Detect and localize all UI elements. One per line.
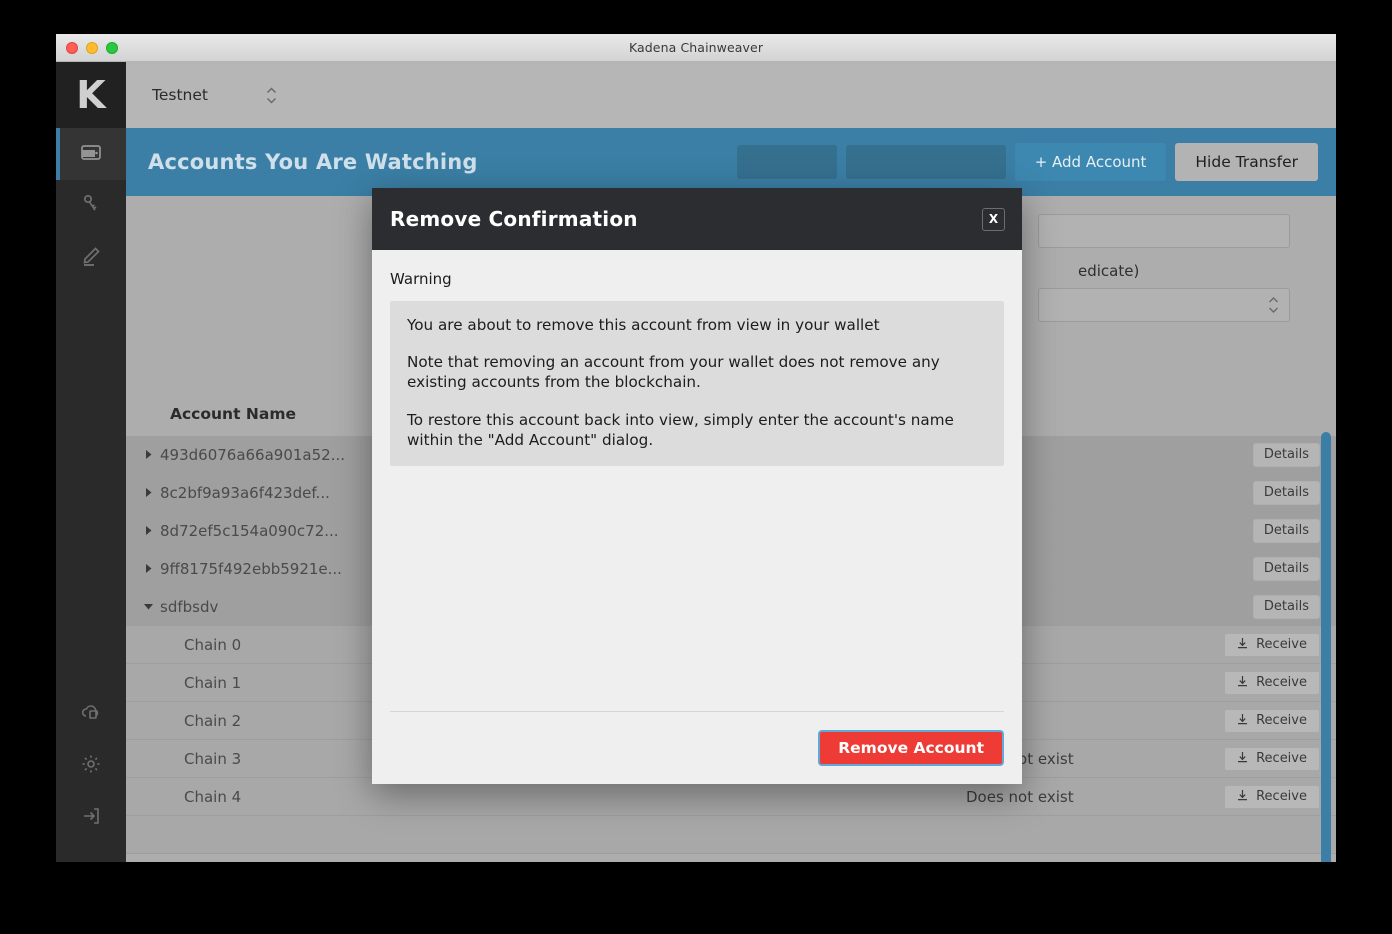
footer-actions: Remove Account xyxy=(390,730,1004,766)
close-icon[interactable]: X xyxy=(982,208,1005,231)
sidebar-item-editor[interactable] xyxy=(56,232,126,284)
network-selector[interactable]: Testnet xyxy=(152,86,277,104)
receive-button[interactable]: Receive xyxy=(1224,709,1320,733)
page-title: Accounts You Are Watching xyxy=(148,150,478,174)
app-logo: K xyxy=(56,62,126,128)
pencil-icon xyxy=(79,244,103,272)
download-icon xyxy=(1237,713,1248,729)
row-account-name: 493d6076a66a901a52... xyxy=(160,446,345,464)
application-window: Kadena Chainweaver K xyxy=(56,34,1336,862)
download-icon xyxy=(1237,637,1248,653)
warning-paragraph-3: To restore this account back into view, … xyxy=(407,410,987,450)
details-button[interactable]: Details xyxy=(1253,519,1320,543)
row-account-name: Chain 0 xyxy=(160,636,241,654)
row-account-name: 8d72ef5c154a090c72... xyxy=(160,522,339,540)
window-title: Kadena Chainweaver xyxy=(56,40,1336,55)
dialog-body: Warning You are about to remove this acc… xyxy=(372,250,1022,711)
logout-icon xyxy=(79,804,103,832)
row-button-label: Receive xyxy=(1256,675,1307,690)
row-account-name: Chain 3 xyxy=(160,750,241,768)
page-header-actions: + Add Account Hide Transfer xyxy=(737,143,1318,181)
topbar: Testnet xyxy=(126,62,1336,128)
details-button[interactable]: Details xyxy=(1253,595,1320,619)
hide-transfer-button[interactable]: Hide Transfer xyxy=(1175,143,1318,181)
dialog-header: Remove Confirmation X xyxy=(372,188,1022,250)
row-account-name: 9ff8175f492ebb5921e... xyxy=(160,560,342,578)
logo-text: K xyxy=(76,76,105,114)
sidebar-item-keys[interactable] xyxy=(56,180,126,232)
row-button-label: Receive xyxy=(1256,751,1307,766)
row-button-label: Details xyxy=(1264,485,1309,500)
remove-account-button[interactable]: Remove Account xyxy=(818,730,1004,766)
details-button[interactable]: Details xyxy=(1253,443,1320,467)
chevron-right-icon xyxy=(136,526,160,535)
header-button-1[interactable] xyxy=(737,145,837,179)
warning-label: Warning xyxy=(390,270,1004,288)
sidebar-item-deploy[interactable] xyxy=(56,688,126,740)
details-button[interactable]: Details xyxy=(1253,481,1320,505)
warning-paragraph-1: You are about to remove this account fro… xyxy=(407,315,987,335)
transfer-select-field[interactable] xyxy=(1038,288,1290,322)
sidebar: K xyxy=(56,62,126,862)
dialog-title: Remove Confirmation xyxy=(390,207,638,231)
row-button-label: Receive xyxy=(1256,713,1307,728)
column-header-account-name: Account Name xyxy=(170,405,390,423)
download-icon xyxy=(1237,789,1248,805)
receive-button[interactable]: Receive xyxy=(1224,747,1320,771)
row-button-label: Details xyxy=(1264,599,1309,614)
app-root: K xyxy=(56,62,1336,862)
row-button-label: Details xyxy=(1264,561,1309,576)
row-content xyxy=(160,816,1336,853)
row-button-label: Receive xyxy=(1256,637,1307,652)
chevron-right-icon xyxy=(136,450,160,459)
row-account-name: Chain 4 xyxy=(160,788,241,806)
transfer-field-label: edicate) xyxy=(1078,262,1139,280)
row-account-name: Chain 1 xyxy=(160,674,241,692)
dialog-footer: Remove Account xyxy=(372,711,1022,784)
sidebar-item-logout[interactable] xyxy=(56,792,126,844)
sidebar-item-wallet[interactable] xyxy=(56,128,126,180)
add-account-button[interactable]: + Add Account xyxy=(1015,143,1167,181)
row-account-name: 8c2bf9a93a6f423def... xyxy=(160,484,330,502)
warning-message-box: You are about to remove this account fro… xyxy=(390,301,1004,466)
row-button-label: Details xyxy=(1264,447,1309,462)
chevron-down-icon xyxy=(136,603,160,610)
gear-icon xyxy=(79,752,103,780)
chevron-right-icon xyxy=(136,564,160,573)
receive-button[interactable]: Receive xyxy=(1224,671,1320,695)
sidebar-bottom-group xyxy=(56,688,126,862)
warning-paragraph-2: Note that removing an account from your … xyxy=(407,352,987,392)
download-icon xyxy=(1237,675,1248,691)
row-button-label: Details xyxy=(1264,523,1309,538)
keys-icon xyxy=(79,192,103,220)
row-account-name: Chain 2 xyxy=(160,712,241,730)
page-header: Accounts You Are Watching + Add Account … xyxy=(126,128,1336,196)
chevron-right-icon xyxy=(136,488,160,497)
receive-button[interactable]: Receive xyxy=(1224,785,1320,809)
network-selector-value: Testnet xyxy=(152,86,208,104)
remove-confirmation-dialog: Remove Confirmation X Warning You are ab… xyxy=(372,188,1022,784)
transfer-text-field[interactable] xyxy=(1038,214,1290,248)
stepper-updown-icon xyxy=(1268,297,1279,314)
footer-divider xyxy=(390,711,1004,712)
window-titlebar: Kadena Chainweaver xyxy=(56,34,1336,62)
cloud-upload-icon xyxy=(79,700,103,728)
table-row[interactable] xyxy=(126,816,1336,854)
sidebar-item-settings[interactable] xyxy=(56,740,126,792)
receive-button[interactable]: Receive xyxy=(1224,633,1320,657)
row-button-label: Receive xyxy=(1256,789,1307,804)
stepper-updown-icon xyxy=(266,87,277,104)
wallet-icon xyxy=(79,140,103,168)
details-button[interactable]: Details xyxy=(1253,557,1320,581)
row-account-name: sdfbsdv xyxy=(160,598,218,616)
vertical-scrollbar[interactable] xyxy=(1321,432,1331,862)
header-button-2[interactable] xyxy=(846,145,1006,179)
row-status-text: Does not exist xyxy=(966,788,1074,806)
download-icon xyxy=(1237,751,1248,767)
